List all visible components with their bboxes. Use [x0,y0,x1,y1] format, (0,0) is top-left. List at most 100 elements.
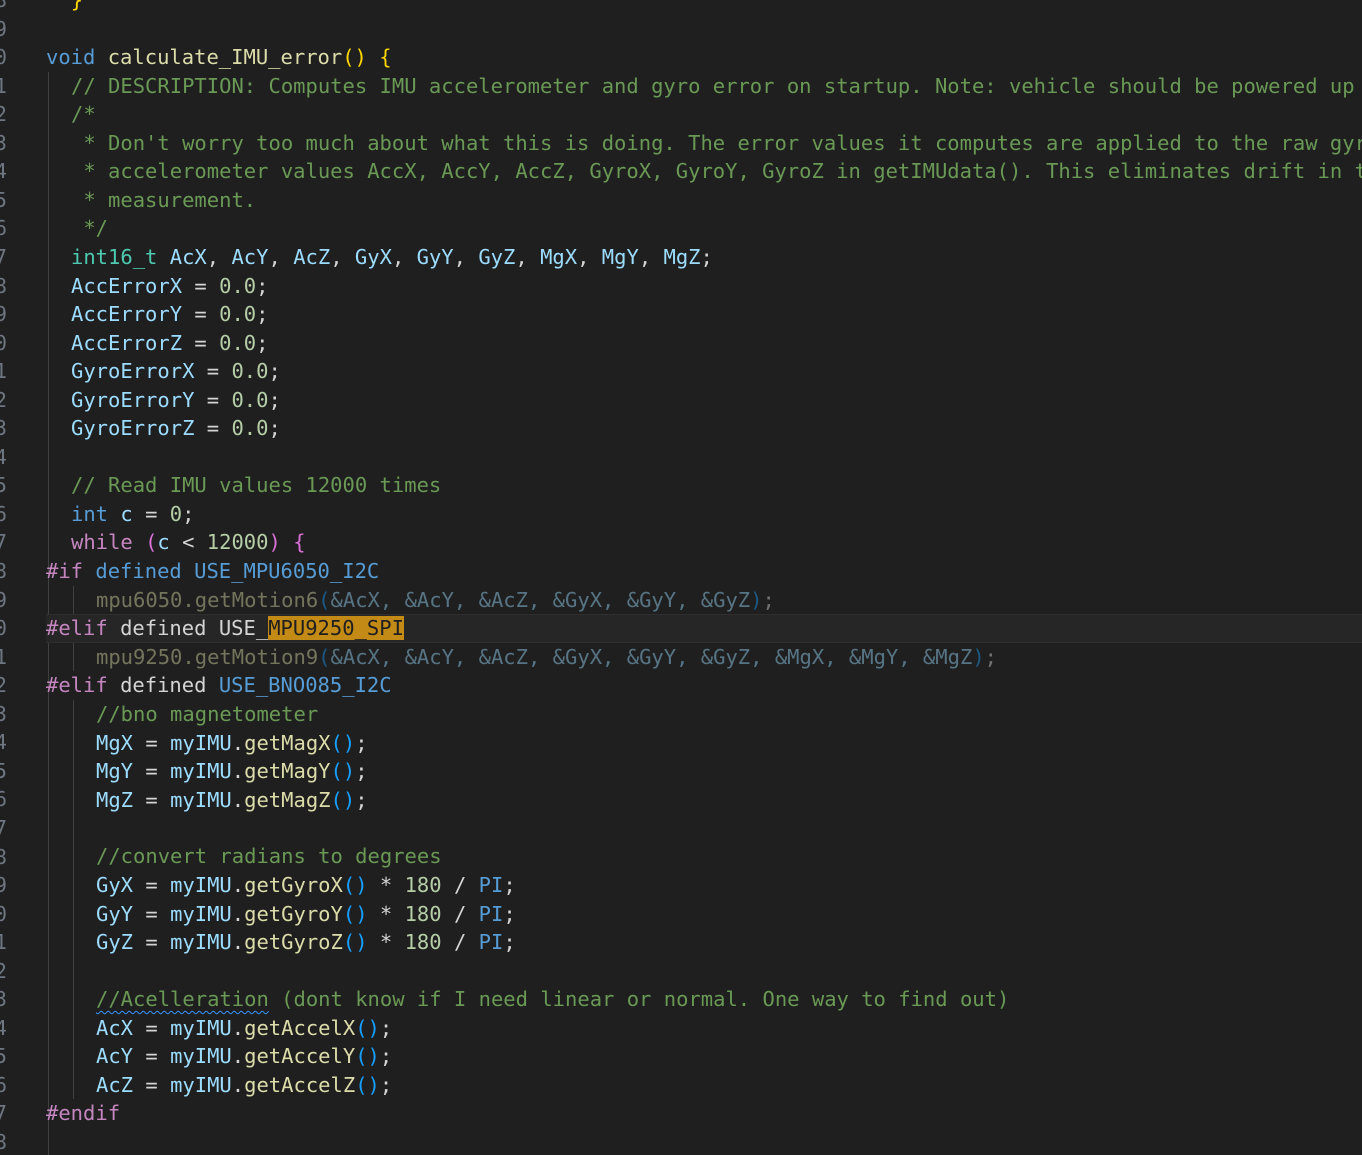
line-number: 2 [0,673,7,698]
method-name: getMagX [244,730,331,755]
line-number: 5 [0,1044,7,1069]
method-name: getMagZ [244,787,331,812]
bno-comment: //bno magnetometer [96,702,319,726]
read-comment: // Read IMU values 12000 times [71,473,442,497]
error-assignment[interactable]: GyroErrorZ = 0.0; [71,414,1362,443]
imu-object: myIMU [170,759,232,784]
inactive-mpu9250-call[interactable]: mpu9250.getMotion9(&AcX, &AcY, &AcZ, &Gy… [96,643,1362,672]
declared-variable: AcZ [293,245,331,269]
pi-constant: PI [478,930,504,955]
function-signature[interactable]: void calculate_IMU_error() { [46,43,1362,72]
line-number: 7 [0,244,7,269]
error-assignment[interactable]: AccErrorZ = 0.0; [71,329,1362,358]
declaration-line[interactable]: int16_t AcX, AcY, AcZ, GyX, GyY, GyZ, Mg… [71,243,1362,272]
line-number: 5 [0,758,7,783]
declared-variable: GyX [354,245,392,269]
imu-call-line[interactable]: GyY = myIMU.getGyroY() * 180 / PI; [96,900,1362,929]
error-assignment[interactable]: AccErrorX = 0.0; [71,272,1362,301]
assigned-variable: AcZ [96,1072,134,1097]
line-number: 2 [0,958,7,983]
counter-declaration[interactable]: int c = 0; [71,500,1362,529]
inactive-mpu6050-call[interactable]: mpu6050.getMotion6(&AcX, &AcY, &AcZ, &Gy… [96,586,1362,615]
keyword-void: void [46,45,96,69]
declared-variable: AcY [231,245,269,269]
imu-object: myIMU [170,730,232,755]
line-number: 8 [0,844,7,869]
line-number: 6 [0,787,7,812]
numeric-literal: 0.0 [231,359,269,384]
numeric-literal: 180 [404,930,442,955]
line-number: 2 [0,387,7,412]
line-number: 1 [0,73,7,98]
line-number: 8 [0,0,7,12]
imu-call-line[interactable]: MgZ = myIMU.getMagZ(); [96,786,1362,815]
line-number: 1 [0,644,7,669]
preprocessor-if[interactable]: #if defined USE_MPU6050_I2C [46,557,1362,586]
line-number: 6 [0,501,7,526]
declared-variable: MgY [601,245,639,269]
line-number: 5 [0,187,7,212]
line-number: 8 [0,1130,7,1154]
assigned-variable: GyX [96,873,134,897]
imu-call-line[interactable]: AcY = myIMU.getAccelY(); [96,1042,1362,1071]
line-number: 3 [0,416,7,441]
assigned-variable: GyY [96,901,134,926]
assigned-variable: MgZ [96,787,134,812]
line-number: 9 [0,302,7,327]
numeric-literal: 0.0 [231,387,269,412]
numeric-literal: 0.0 [231,416,269,441]
method-name: getGyroZ [244,930,343,955]
assigned-variable: GyroErrorZ [71,416,195,441]
while-loop[interactable]: while (c < 12000) { [71,528,1362,557]
numeric-literal: 0.0 [219,273,257,298]
numeric-literal: 0.0 [219,302,257,327]
code-line[interactable]: } [46,0,1362,15]
block-comment-line: * accelerometer values AccX, AccY, AccZ,… [71,159,1362,183]
current-line-elif[interactable]: #elif defined USE_MPU9250_SPI [46,614,1362,643]
method-name: getMagY [244,759,331,784]
line-number: 2 [0,102,7,127]
imu-call-line[interactable]: MgY = myIMU.getMagY(); [96,757,1362,786]
assigned-variable: AccErrorZ [71,330,183,355]
method-name: getAccelX [244,1015,356,1040]
imu-object: myIMU [170,1044,232,1069]
pi-constant: PI [478,873,504,897]
line-number: 7 [0,815,7,840]
assigned-variable: GyZ [96,930,134,955]
block-comment-close: */ [71,216,109,240]
error-assignment[interactable]: GyroErrorX = 0.0; [71,357,1362,386]
accel-comment: //Acelleration (dont know if I need line… [96,987,1010,1011]
preprocessor-endif: #endif [46,1101,121,1125]
line-number: 9 [0,16,7,41]
block-comment-open: /* [71,102,96,126]
numeric-literal: 180 [404,873,442,897]
line-number: 4 [0,1015,7,1040]
method-name: getAccelZ [244,1072,356,1097]
convert-comment: //convert radians to degrees [96,844,442,868]
method-name: getGyroX [244,873,343,897]
error-assignment[interactable]: AccErrorY = 0.0; [71,300,1362,329]
preprocessor-elif-bno[interactable]: #elif defined USE_BNO085_I2C [46,671,1362,700]
block-comment-line: * measurement. [71,188,257,212]
assigned-variable: AcY [96,1044,134,1069]
line-number: 9 [0,873,7,898]
imu-call-line[interactable]: GyX = myIMU.getGyroX() * 180 / PI; [96,871,1362,900]
line-number: 1 [0,930,7,955]
error-assignment[interactable]: GyroErrorY = 0.0; [71,386,1362,415]
find-match-highlight: MPU9250_SPI [268,616,404,640]
line-number: 0 [0,616,7,641]
imu-object: myIMU [170,1072,232,1097]
indent-guide [73,700,74,1099]
imu-call-line[interactable]: GyZ = myIMU.getGyroZ() * 180 / PI; [96,928,1362,957]
assigned-variable: GyroErrorY [71,387,195,412]
declared-variable: AcX [169,245,207,269]
method-name: getAccelY [244,1044,356,1069]
line-number: 9 [0,587,7,612]
imu-call-line[interactable]: AcX = myIMU.getAccelX(); [96,1014,1362,1043]
code-editor[interactable]: 8 9 0 1 2 3 4 5 6 7 8 9 0 1 2 3 4 5 6 7 8 9 0 1 2 3 4 5 6 7 8 9 0 1 2 3 4 5 6 7… [0,0,1362,1155]
line-number: 3 [0,987,7,1012]
imu-call-line[interactable]: AcZ = myIMU.getAccelZ(); [96,1071,1362,1100]
pi-constant: PI [478,901,504,926]
imu-call-line[interactable]: MgX = myIMU.getMagX(); [96,729,1362,758]
line-number: 1 [0,359,7,384]
